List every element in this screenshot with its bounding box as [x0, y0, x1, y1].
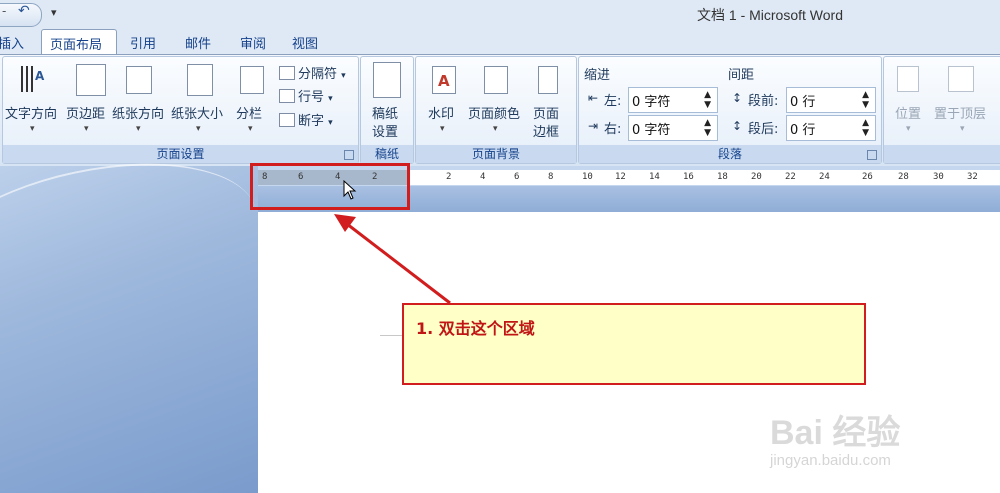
- callout-text: 1. 双击这个区域: [416, 319, 535, 338]
- instruction-callout: 1. 双击这个区域: [402, 303, 866, 385]
- baidu-watermark-url: jingyan.baidu.com: [770, 452, 891, 469]
- baidu-watermark: Bai 经验: [770, 414, 901, 452]
- mouse-pointer-icon: [343, 180, 357, 200]
